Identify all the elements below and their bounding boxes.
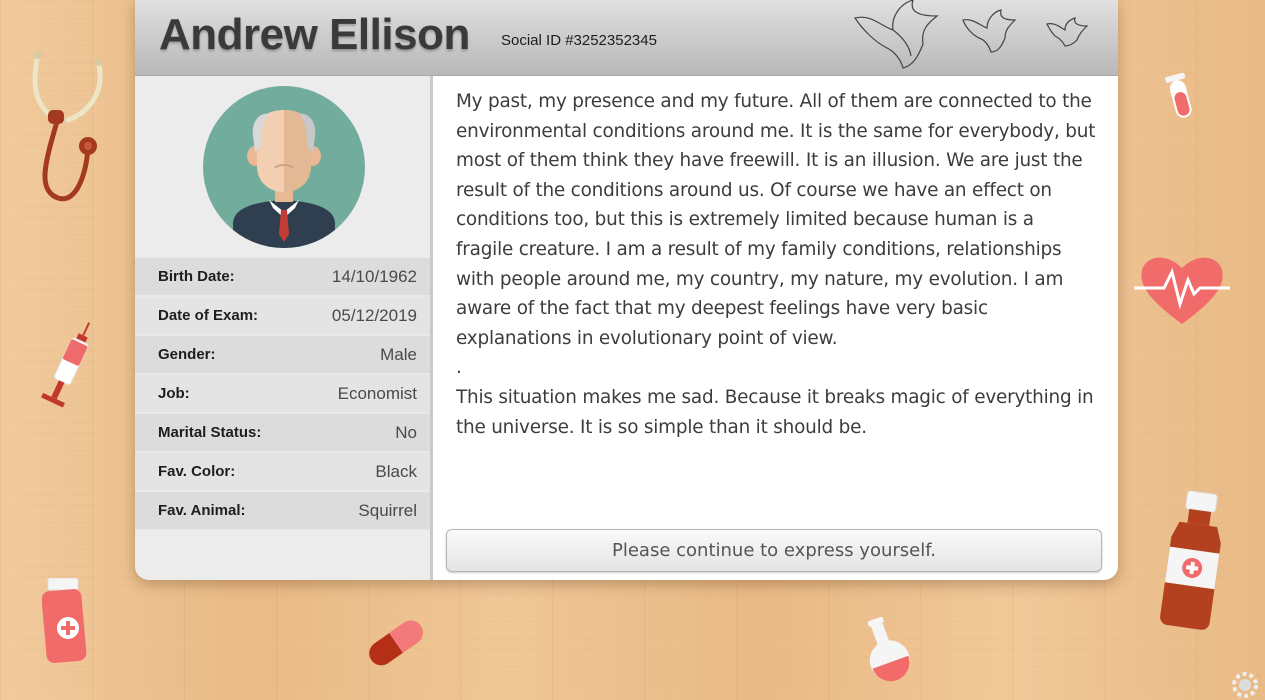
syringe-icon — [41, 322, 91, 408]
info-value: No — [395, 422, 417, 442]
capsule-icon — [369, 620, 423, 666]
info-value: Economist — [337, 383, 417, 403]
medicine-bottle-icon — [1160, 490, 1221, 630]
info-row-gender: Gender: Male — [135, 336, 430, 375]
info-value: Squirrel — [358, 500, 417, 520]
info-value: Male — [380, 344, 417, 364]
social-id: Social ID #3252352345 — [501, 32, 657, 49]
statement-paragraph: This situation makes me sad. Because it … — [456, 386, 1094, 438]
info-row-birth-date: Birth Date: 14/10/1962 — [135, 258, 430, 297]
info-label: Job: — [158, 385, 190, 402]
heart-pulse-icon — [1134, 257, 1230, 324]
info-row-job: Job: Economist — [135, 375, 430, 414]
stethoscope-icon — [32, 51, 103, 202]
settings-gear-icon[interactable] — [1230, 670, 1260, 700]
flask-icon — [867, 616, 910, 682]
patient-name: Andrew Ellison — [159, 10, 470, 59]
info-value: Black — [375, 461, 417, 481]
patient-card: Andrew Ellison Social ID #3252352345 Bir… — [135, 0, 1118, 580]
dove-icon — [854, 0, 1089, 69]
statement-paragraph: My past, my presence and my future. All … — [456, 91, 1096, 349]
statement-text: My past, my presence and my future. All … — [456, 87, 1096, 442]
info-label: Gender: — [158, 346, 216, 363]
continue-button[interactable]: Please continue to express yourself. — [446, 529, 1102, 572]
info-label: Marital Status: — [158, 424, 262, 441]
pill-bottle-icon — [42, 578, 87, 663]
card-header: Andrew Ellison Social ID #3252352345 — [135, 0, 1118, 76]
info-row-fav-color: Fav. Color: Black — [135, 453, 430, 492]
statement-separator: . — [456, 357, 462, 379]
avatar — [203, 86, 365, 248]
info-row-fav-animal: Fav. Animal: Squirrel — [135, 492, 430, 531]
info-value: 05/12/2019 — [331, 305, 417, 325]
profile-sidebar: Birth Date: 14/10/1962 Date of Exam: 05/… — [135, 76, 433, 580]
test-tube-icon — [1165, 72, 1192, 118]
info-label: Fav. Animal: — [158, 502, 246, 519]
info-label: Fav. Color: — [158, 463, 236, 480]
info-table: Birth Date: 14/10/1962 Date of Exam: 05/… — [135, 258, 430, 531]
info-label: Birth Date: — [158, 268, 235, 285]
info-row-marital-status: Marital Status: No — [135, 414, 430, 453]
info-label: Date of Exam: — [158, 307, 259, 324]
info-value: 14/10/1962 — [331, 266, 417, 286]
info-row-date-of-exam: Date of Exam: 05/12/2019 — [135, 297, 430, 336]
